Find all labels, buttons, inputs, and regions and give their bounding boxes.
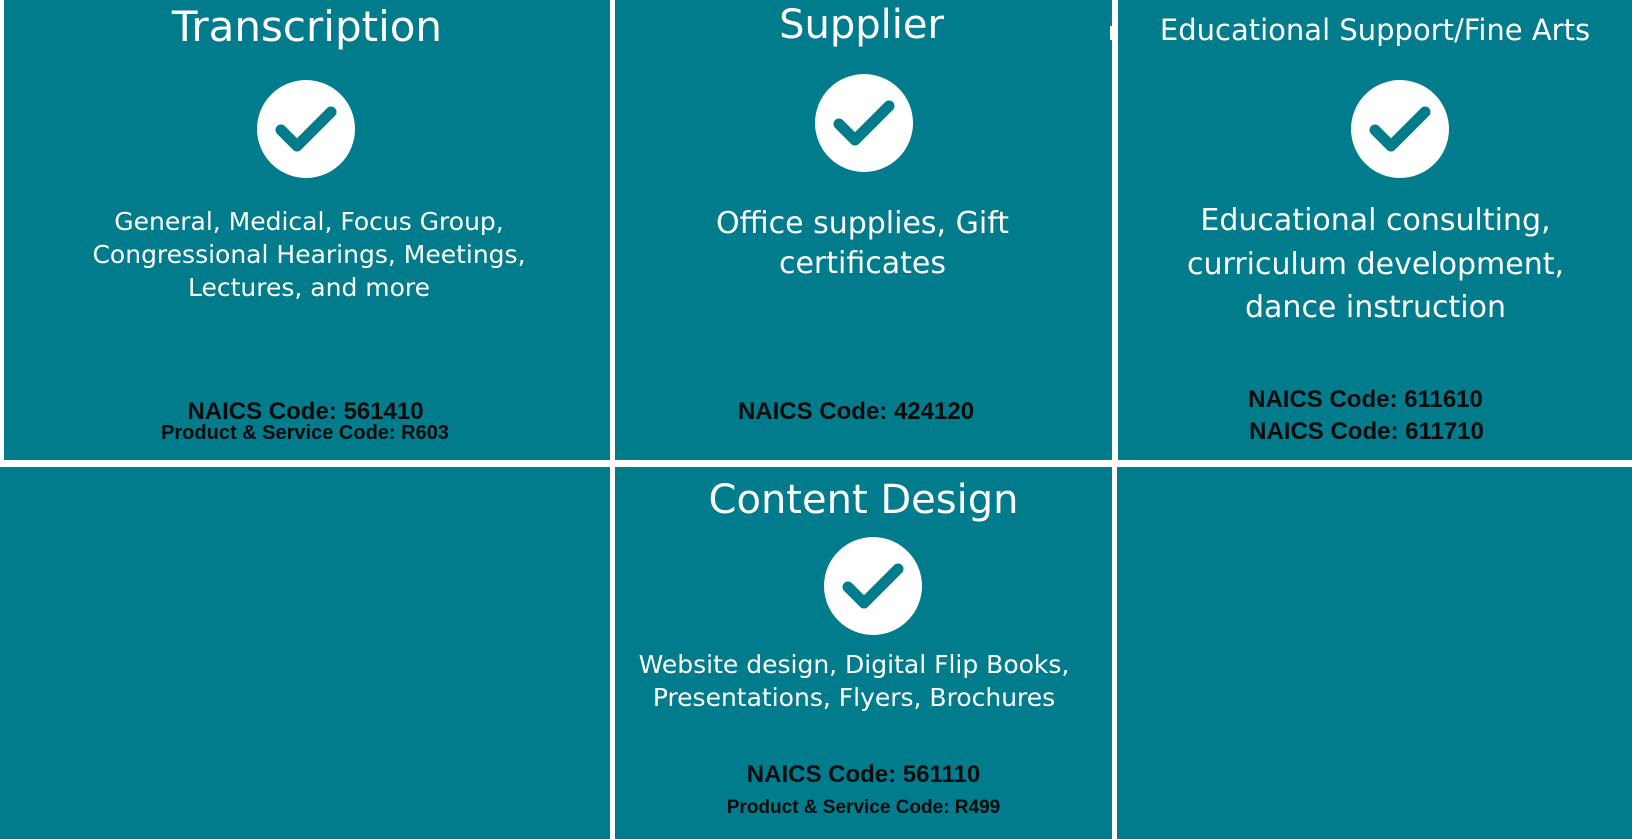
card-description: General, Medical, Focus Group, Congressi… — [92, 207, 526, 302]
card-title: Educational Support/Fine Arts — [1159, 13, 1591, 47]
empty-panel-left — [0, 467, 610, 839]
card-description: Office supplies, Gift certificates — [715, 206, 1010, 281]
content-design-card: Content Design Website design, Digital F… — [615, 467, 1112, 839]
naics-code: NAICS Code: 611710 — [1249, 418, 1484, 445]
check-circle-icon — [815, 74, 913, 172]
divider-tick — [1110, 26, 1113, 40]
empty-panel-right — [1117, 467, 1632, 839]
naics-code: NAICS Code: 561110 — [746, 761, 981, 788]
transcription-card: Transcription General, Medical, Focus Gr… — [4, 0, 610, 460]
product-service-code: Product & Service Code: R603 — [161, 422, 449, 444]
check-circle-icon — [257, 80, 355, 178]
card-title: Transcription — [171, 2, 443, 51]
card-description: Website design, Digital Flip Books, Pres… — [638, 650, 1070, 712]
card-title: Content Design — [708, 477, 1019, 523]
check-circle-icon — [1351, 80, 1449, 178]
supplier-card: Supplier Office supplies, Gift certifica… — [615, 0, 1112, 460]
card-title: Supplier — [779, 2, 944, 48]
naics-code: NAICS Code: 611610 — [1248, 386, 1483, 413]
check-circle-icon — [824, 537, 922, 635]
naics-code: NAICS Code: 424120 — [737, 398, 975, 425]
card-description: Educational consulting, curriculum devel… — [1186, 203, 1565, 325]
educational-support-card: Educational Support/Fine Arts Educationa… — [1118, 0, 1632, 460]
product-service-code: Product & Service Code: R499 — [726, 797, 1001, 818]
